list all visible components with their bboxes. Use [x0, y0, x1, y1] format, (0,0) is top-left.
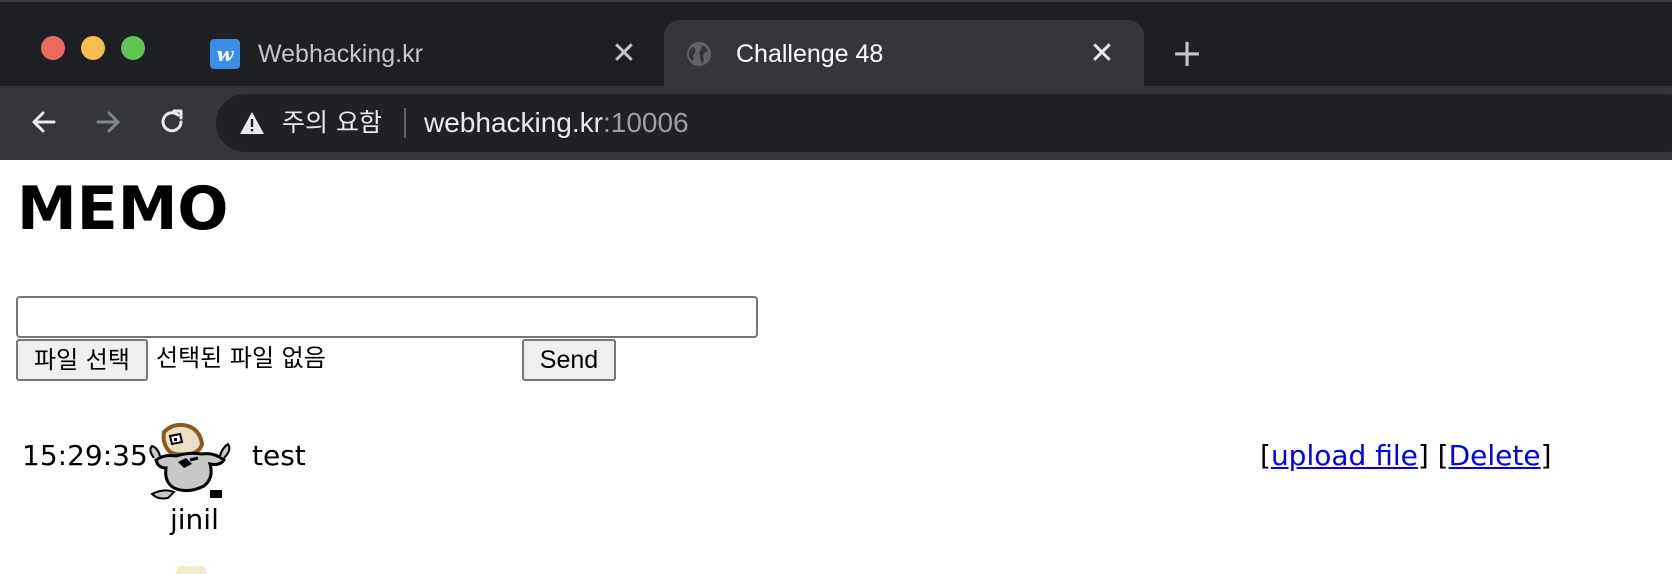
url-host: webhacking.kr: [424, 107, 603, 138]
tab-title: Webhacking.kr: [258, 40, 423, 68]
entry-username: jinil: [170, 503, 219, 536]
window-zoom-button[interactable]: [121, 36, 145, 60]
globe-icon: [684, 39, 714, 69]
back-icon[interactable]: [24, 102, 64, 142]
url-text[interactable]: webhacking.kr:10006: [424, 104, 689, 142]
delete-link[interactable]: Delete: [1449, 439, 1541, 472]
entry-time: 15:29:35: [22, 439, 148, 472]
memo-input[interactable]: [16, 296, 758, 338]
close-icon[interactable]: ✕: [1088, 39, 1116, 69]
bracket: ] [: [1417, 439, 1449, 472]
bracket: ]: [1540, 439, 1552, 472]
file-status-text: 선택된 파일 없음: [156, 344, 326, 372]
warning-icon[interactable]: [238, 110, 266, 136]
address-bar[interactable]: 주의 요함 webhacking.kr:10006: [216, 94, 1672, 152]
upload-file-link[interactable]: upload file: [1271, 439, 1418, 472]
security-warning-label[interactable]: 주의 요함: [282, 104, 382, 142]
url-port: :10006: [602, 107, 689, 138]
page-title: MEMO: [17, 174, 229, 244]
page-content: MEMO 파일 선택 선택된 파일 없음 Send 15:29:35 jinil…: [0, 160, 1672, 574]
tab-title: Challenge 48: [736, 40, 884, 68]
tab-challenge-48[interactable]: Challenge 48 ✕: [664, 20, 1144, 88]
reload-icon[interactable]: [152, 102, 192, 142]
close-icon[interactable]: ✕: [610, 39, 638, 69]
tab-strip: w Webhacking.kr ✕ Challenge 48 ✕ +: [0, 0, 1672, 88]
window-minimize-button[interactable]: [81, 36, 105, 60]
tab-webhacking[interactable]: w Webhacking.kr ✕: [190, 20, 660, 88]
new-tab-icon[interactable]: +: [1170, 34, 1204, 72]
browser-chrome: w Webhacking.kr ✕ Challenge 48 ✕ + 주의 요함…: [0, 0, 1672, 160]
forward-icon[interactable]: [88, 102, 128, 142]
entry-text: test: [252, 439, 306, 472]
w-icon: w: [210, 39, 240, 69]
entry-actions: [upload file] [Delete]: [1260, 438, 1552, 474]
browser-toolbar: 주의 요함 webhacking.kr:10006: [0, 86, 1672, 160]
send-button[interactable]: Send: [522, 339, 616, 381]
next-avatar-peek: [176, 566, 206, 574]
window-close-button[interactable]: [41, 36, 65, 60]
avatar: [144, 418, 236, 506]
omnibox-divider: [404, 108, 406, 138]
bracket: [: [1260, 439, 1271, 472]
choose-file-button[interactable]: 파일 선택: [16, 339, 148, 381]
